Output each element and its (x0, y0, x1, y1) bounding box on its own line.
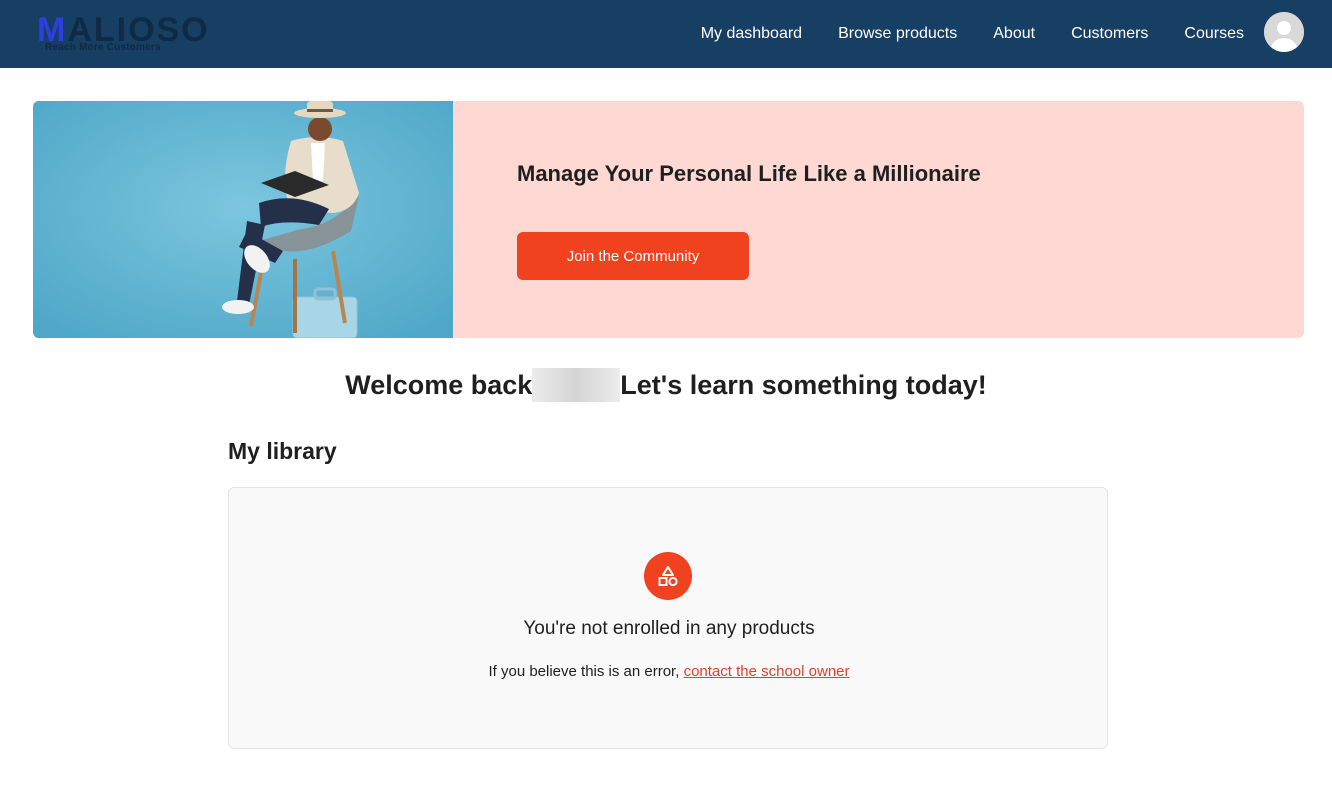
logo-tagline: Reach More Customers (45, 42, 161, 53)
shapes-icon (644, 552, 692, 600)
nav-my-dashboard[interactable]: My dashboard (701, 25, 802, 43)
user-avatar-icon[interactable] (1264, 12, 1304, 52)
top-navigation-bar: MALIOSO Reach More Customers My dashboar… (0, 0, 1332, 68)
nav-about[interactable]: About (993, 25, 1035, 43)
main-nav: My dashboard Browse products About Custo… (701, 0, 1244, 68)
welcome-heading: Welcome back Let's learn something today! (0, 368, 1332, 406)
nav-customers[interactable]: Customers (1071, 25, 1148, 43)
empty-state-title: You're not enrolled in any products (523, 618, 815, 639)
welcome-suffix: Let's learn something today! (620, 370, 987, 401)
nav-browse-products[interactable]: Browse products (838, 25, 957, 43)
welcome-prefix: Welcome back (345, 370, 533, 401)
man-reading-on-chair-photo (33, 101, 453, 338)
library-title: My library (228, 438, 337, 464)
hero-text-block: Manage Your Personal Life Like a Million… (517, 161, 981, 187)
hero-illustration (33, 101, 453, 338)
empty-state-subtitle-text: If you believe this is an error, (488, 663, 684, 680)
brand-logo[interactable]: MALIOSO Reach More Customers (37, 10, 217, 56)
join-community-button[interactable]: Join the Community (517, 232, 749, 280)
hero-banner: Manage Your Personal Life Like a Million… (33, 101, 1304, 338)
redacted-user-name (532, 368, 621, 402)
library-empty-state: You're not enrolled in any products If y… (228, 487, 1108, 749)
avatar-silhouette (1264, 12, 1304, 52)
contact-school-owner-link[interactable]: contact the school owner (684, 663, 850, 680)
shapes-glyph (658, 566, 678, 587)
empty-state-subtitle: If you believe this is an error, contact… (229, 663, 1109, 680)
nav-courses[interactable]: Courses (1184, 25, 1244, 43)
hero-title: Manage Your Personal Life Like a Million… (517, 161, 981, 186)
